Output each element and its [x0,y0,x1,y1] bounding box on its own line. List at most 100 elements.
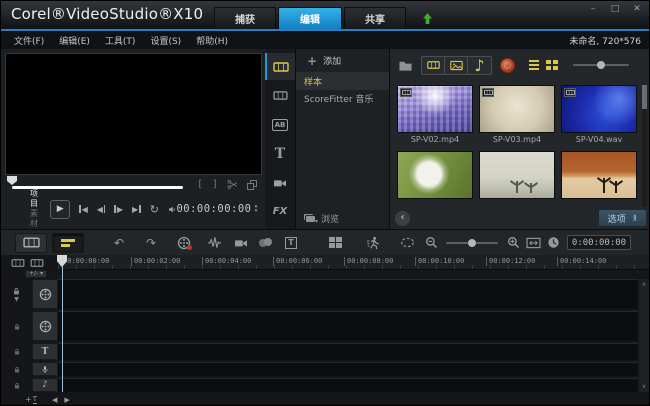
thumbnail-winter-trees[interactable] [479,151,555,199]
nav-filter-button[interactable]: FX [265,198,295,225]
close-button[interactable]: ✕ [631,4,643,14]
media-item[interactable] [397,151,473,207]
thumbnail-dandelion[interactable] [397,151,473,199]
mark-in-button[interactable]: [ [197,180,203,190]
category-item-scorefitter[interactable]: ScoreFitter 音乐 [296,90,389,107]
voice-track-lane[interactable] [58,362,638,376]
end-button[interactable]: ▶ [132,205,141,214]
maximize-button[interactable]: □ [609,4,621,14]
fit-project-button[interactable] [525,235,541,251]
music-track-lane[interactable] [58,378,638,392]
slider-knob[interactable] [597,61,605,69]
tab-share[interactable]: 共享 [344,7,406,29]
lock-track-icon[interactable] [13,323,21,330]
mark-out-button[interactable]: ] [212,180,218,190]
redo-button[interactable]: ↷ [143,235,159,251]
grid-view-button[interactable] [546,60,558,70]
scrubber-handle[interactable] [7,176,17,185]
media-item[interactable]: SP-V03.mp4 [479,85,555,145]
timeline-ruler[interactable]: 00:00:00:00 00:00:02:00 00:00:04:00 00:0… [58,255,649,270]
menu-settings[interactable]: 设置(S) [150,34,181,47]
next-frame-button[interactable]: ▶ [114,205,123,214]
filter-photo-button[interactable] [445,57,468,74]
collapse-tracks-icon[interactable]: ▼ [14,298,19,302]
scroll-up-icon[interactable]: ∧ [642,281,646,288]
enlarge-preview-icon[interactable] [247,180,257,190]
options-button[interactable]: 选项 ∧∧ [599,210,646,226]
repeat-button[interactable]: ↻ [150,204,159,215]
timeline-zoom-slider[interactable] [446,242,498,244]
collapse-left-button[interactable]: ‹ [395,211,410,226]
zoom-out-button[interactable] [423,235,439,251]
record-capture-button[interactable] [176,235,192,251]
menu-file[interactable]: 文件(F) [14,34,44,47]
list-view-button[interactable] [529,60,539,70]
mode-clip-label[interactable]: 素材 [30,209,41,229]
upgrade-arrow-icon[interactable] [422,12,433,25]
add-category-button[interactable]: + 添加 [296,49,389,73]
timeline-duration[interactable]: 0:00:00:00 [567,235,631,250]
volume-icon[interactable] [168,204,177,215]
media-item[interactable] [479,151,555,207]
title-track-lane[interactable] [58,343,638,360]
music-track-header[interactable]: ♪ [32,378,58,392]
multicam-editor-button[interactable] [327,235,343,251]
category-item-samples[interactable]: 样本 [296,73,389,90]
nav-transition-button[interactable] [265,82,295,109]
preview-screen[interactable] [5,53,262,175]
thumbnail-size-slider[interactable] [573,64,629,66]
browse-button[interactable]: ▾ 浏览 [296,207,389,229]
prev-frame-button[interactable]: ◀ [97,205,106,214]
filter-video-button[interactable] [422,57,445,74]
undo-button[interactable]: ↶ [111,235,127,251]
media-item[interactable]: SP-V04.wav [561,85,637,145]
show-all-tracks-icon[interactable] [11,258,25,268]
timeline-scrollbar[interactable]: ∧ ∨ [639,279,649,392]
timeline-view-button[interactable] [52,233,84,253]
nav-title-button[interactable]: T [265,140,295,167]
voice-track-header[interactable] [32,362,58,376]
scroll-down-icon[interactable]: ∨ [642,383,646,390]
gallery-scroll-thumb[interactable] [642,85,647,109]
video-track-header[interactable] [32,279,58,309]
title-track-header[interactable]: T [32,343,58,360]
playhead-line[interactable] [62,265,63,392]
tab-edit[interactable]: 编辑 [278,7,342,29]
storyboard-view-button[interactable] [15,233,47,253]
next-chapter-button[interactable]: ▶ [64,396,69,404]
media-item[interactable]: SP-V02.mp4 [397,85,473,145]
overlay-track-lane[interactable] [58,311,638,341]
home-button[interactable]: ◀ [79,205,88,214]
timecode-spinner[interactable]: ▲▼ [254,204,258,214]
lock-track-icon[interactable] [13,366,21,373]
minimize-button[interactable]: – [587,4,599,14]
zoom-slider-knob[interactable] [468,239,476,247]
play-button[interactable]: ▶ [50,200,70,219]
motion-tracking-button[interactable] [365,235,381,251]
import-folder-icon[interactable] [398,59,413,72]
menu-tools[interactable]: 工具(T) [105,34,136,47]
lock-track-icon[interactable] [13,382,21,389]
subtitle-editor-button[interactable]: T [283,235,299,251]
video-track-lane[interactable] [58,279,638,309]
media-item[interactable] [561,151,637,207]
menu-edit[interactable]: 编辑(E) [59,34,90,47]
add-remove-track-button[interactable]: +/-▾ [25,270,47,278]
lock-track-icon[interactable] [13,348,21,355]
auto-music-button[interactable] [233,235,249,251]
scrubber-bar[interactable] [12,186,183,189]
paint-creator-button[interactable] [258,235,274,251]
filter-audio-button[interactable]: ♪ [468,57,491,74]
nav-graphic-button[interactable] [265,169,295,196]
tab-capture[interactable]: 捕获 [214,7,276,29]
zoom-in-button[interactable] [505,235,521,251]
thumbnail-spv02[interactable] [397,85,473,133]
playhead-marker[interactable] [57,255,67,267]
prev-chapter-button[interactable]: ◀ [52,396,57,404]
split-clip-icon[interactable] [227,179,238,190]
add-chapter-button[interactable]: +T [25,396,37,404]
gallery-scrollbar[interactable] [642,85,647,207]
track-transparency-button[interactable] [399,235,415,251]
thumbnail-spv04[interactable] [561,85,637,133]
thumbnail-spv03[interactable] [479,85,555,133]
